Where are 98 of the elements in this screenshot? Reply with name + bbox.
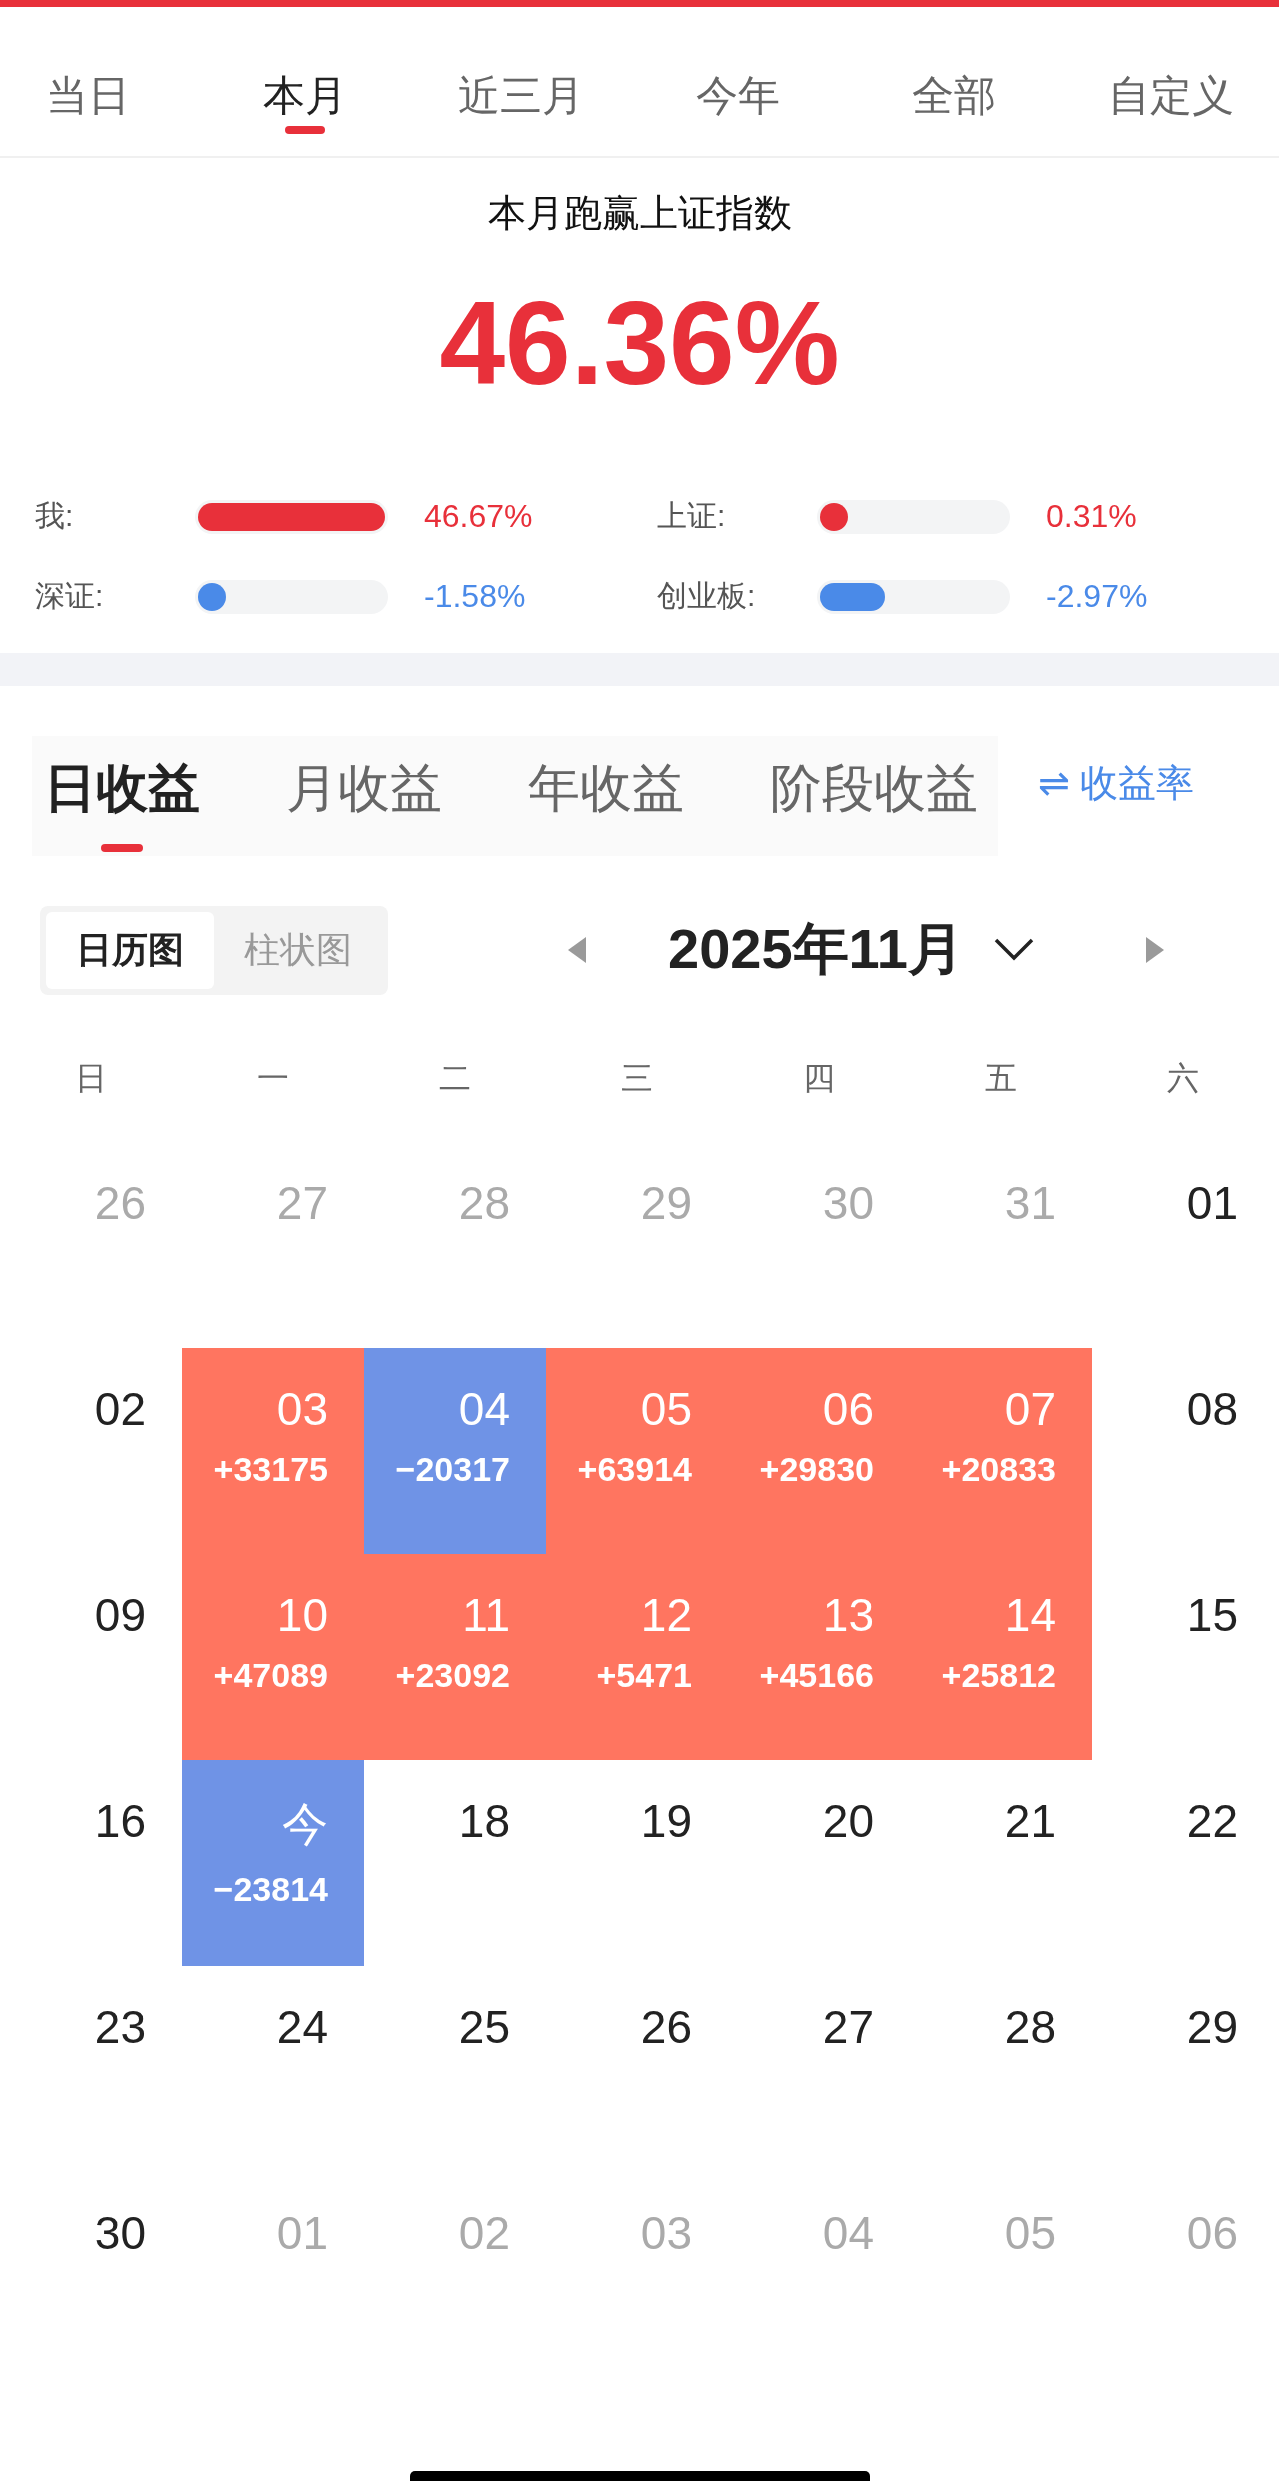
profit-day-cell[interactable]: 07 +20833 — [910, 1347, 1092, 1554]
day-number[interactable]: 31 — [1004, 1175, 1056, 1230]
previous-month-icon[interactable] — [568, 937, 588, 964]
comparison-label: 创业板: — [657, 578, 757, 615]
day-number[interactable]: 19 — [640, 1793, 692, 1848]
day-number[interactable]: 18 — [458, 1793, 510, 1848]
day-number[interactable]: 07 — [1004, 1381, 1056, 1436]
comparison-value: -1.58% — [424, 578, 526, 616]
daily-profit: +20833 — [941, 1449, 1056, 1489]
day-number[interactable]: 02 — [94, 1381, 146, 1436]
profit-day-cell[interactable]: 05 +63914 — [546, 1347, 728, 1554]
day-number[interactable]: 25 — [458, 1999, 510, 2054]
day-number[interactable]: 16 — [94, 1793, 146, 1848]
day-number[interactable]: 08 — [1186, 1381, 1238, 1436]
day-number[interactable]: 09 — [94, 1587, 146, 1642]
loss-day-cell[interactable]: 04 −20317 — [364, 1347, 546, 1554]
daily-profit: −23814 — [213, 1869, 328, 1909]
daily-profit: +33175 — [213, 1449, 328, 1489]
day-number[interactable]: 15 — [1186, 1587, 1238, 1642]
day-number[interactable]: 27 — [276, 1175, 328, 1230]
day-number[interactable]: 21 — [1004, 1793, 1056, 1848]
day-number[interactable]: 28 — [458, 1175, 510, 1230]
daily-profit: +29830 — [759, 1449, 874, 1489]
profit-day-cell[interactable]: 11 +23092 — [364, 1553, 546, 1760]
daily-profit: +5471 — [596, 1655, 692, 1695]
day-number[interactable]: 27 — [822, 1999, 874, 2054]
profit-day-cell[interactable]: 06 +29830 — [728, 1347, 910, 1554]
month-selector[interactable]: 2025年11月 — [668, 912, 964, 989]
profit-day-cell[interactable]: 13 +45166 — [728, 1553, 910, 1760]
profit-day-cell[interactable]: 10 +47089 — [182, 1553, 364, 1760]
profit-tab[interactable]: 日收益 — [44, 745, 200, 852]
profit-day-cell[interactable]: 03 +33175 — [182, 1347, 364, 1554]
chevron-down-icon[interactable] — [993, 938, 1034, 963]
period-tab[interactable]: 当日 — [46, 7, 131, 156]
day-number[interactable]: 01 — [276, 2205, 328, 2260]
weekday-label: 二 — [439, 1058, 471, 1097]
day-number[interactable]: 23 — [94, 1999, 146, 2054]
period-tab[interactable]: 本月 — [262, 7, 347, 156]
day-number[interactable]: 06 — [1186, 2205, 1238, 2260]
daily-profit: +45166 — [759, 1655, 874, 1695]
day-number[interactable]: 今 — [282, 1793, 328, 1856]
daily-profit: +23092 — [395, 1655, 510, 1695]
day-number[interactable]: 06 — [822, 1381, 874, 1436]
day-number[interactable]: 30 — [822, 1175, 874, 1230]
weekday-label: 日 — [75, 1058, 107, 1097]
day-number[interactable]: 01 — [1186, 1175, 1238, 1230]
comparison-label: 我: — [35, 498, 75, 535]
day-number[interactable]: 24 — [276, 1999, 328, 2054]
day-number[interactable]: 29 — [1186, 1999, 1238, 2054]
day-number[interactable]: 03 — [276, 1381, 328, 1436]
day-number[interactable]: 22 — [1186, 1793, 1238, 1848]
day-number[interactable]: 05 — [1004, 2205, 1056, 2260]
weekday-label: 四 — [803, 1058, 835, 1097]
loss-day-cell[interactable]: 今 −23814 — [182, 1759, 364, 1966]
profit-tab[interactable]: 阶段收益 — [770, 745, 978, 852]
weekday-label: 一 — [257, 1058, 289, 1097]
summary-title: 本月跑赢上证指数 — [486, 191, 793, 236]
profit-day-cell[interactable]: 12 +5471 — [546, 1553, 728, 1760]
daily-profit: −20317 — [395, 1449, 510, 1489]
view-option[interactable]: 日历图 — [46, 911, 214, 989]
day-number[interactable]: 26 — [640, 1999, 692, 2054]
comparison-value: 46.67% — [424, 498, 533, 536]
view-option[interactable]: 柱状图 — [214, 911, 382, 989]
excess-return-value: 46.36% — [438, 279, 841, 409]
day-number[interactable]: 26 — [94, 1175, 146, 1230]
profit-tab[interactable]: 年收益 — [528, 745, 684, 852]
period-tab[interactable]: 自定义 — [1107, 7, 1234, 156]
day-number[interactable]: 04 — [458, 1381, 510, 1436]
day-number[interactable]: 30 — [94, 2205, 146, 2260]
next-month-icon[interactable] — [1143, 937, 1164, 964]
day-number[interactable]: 03 — [640, 2205, 692, 2260]
weekday-label: 三 — [621, 1058, 653, 1097]
yield-switch-link[interactable]: ⇌ 收益率 — [1038, 735, 1195, 809]
day-number[interactable]: 28 — [1004, 1999, 1056, 2054]
weekday-label: 六 — [1167, 1058, 1199, 1097]
day-number[interactable]: 10 — [276, 1587, 328, 1642]
daily-profit: +25812 — [941, 1655, 1056, 1695]
comparison-value: 0.31% — [1046, 498, 1137, 536]
period-tab[interactable]: 全部 — [912, 7, 997, 156]
weekday-label: 五 — [985, 1058, 1017, 1097]
comparison-value: -2.97% — [1046, 578, 1148, 616]
day-number[interactable]: 12 — [640, 1587, 692, 1642]
comparison-label: 深证: — [35, 578, 105, 615]
period-tab[interactable]: 近三月 — [458, 7, 585, 156]
day-number[interactable]: 05 — [640, 1381, 692, 1436]
day-number[interactable]: 14 — [1004, 1587, 1056, 1642]
profit-tab[interactable]: 月收益 — [286, 745, 442, 852]
day-number[interactable]: 29 — [640, 1175, 692, 1230]
daily-profit: +47089 — [213, 1655, 328, 1695]
day-number[interactable]: 13 — [822, 1587, 874, 1642]
day-number[interactable]: 11 — [462, 1587, 510, 1642]
day-number[interactable]: 04 — [822, 2205, 874, 2260]
day-number[interactable]: 20 — [822, 1793, 874, 1848]
period-tab[interactable]: 今年 — [695, 7, 780, 156]
daily-profit: +63914 — [577, 1449, 692, 1489]
day-number[interactable]: 02 — [458, 2205, 510, 2260]
comparison-label: 上证: — [657, 498, 727, 535]
profit-day-cell[interactable]: 14 +25812 — [910, 1553, 1092, 1760]
